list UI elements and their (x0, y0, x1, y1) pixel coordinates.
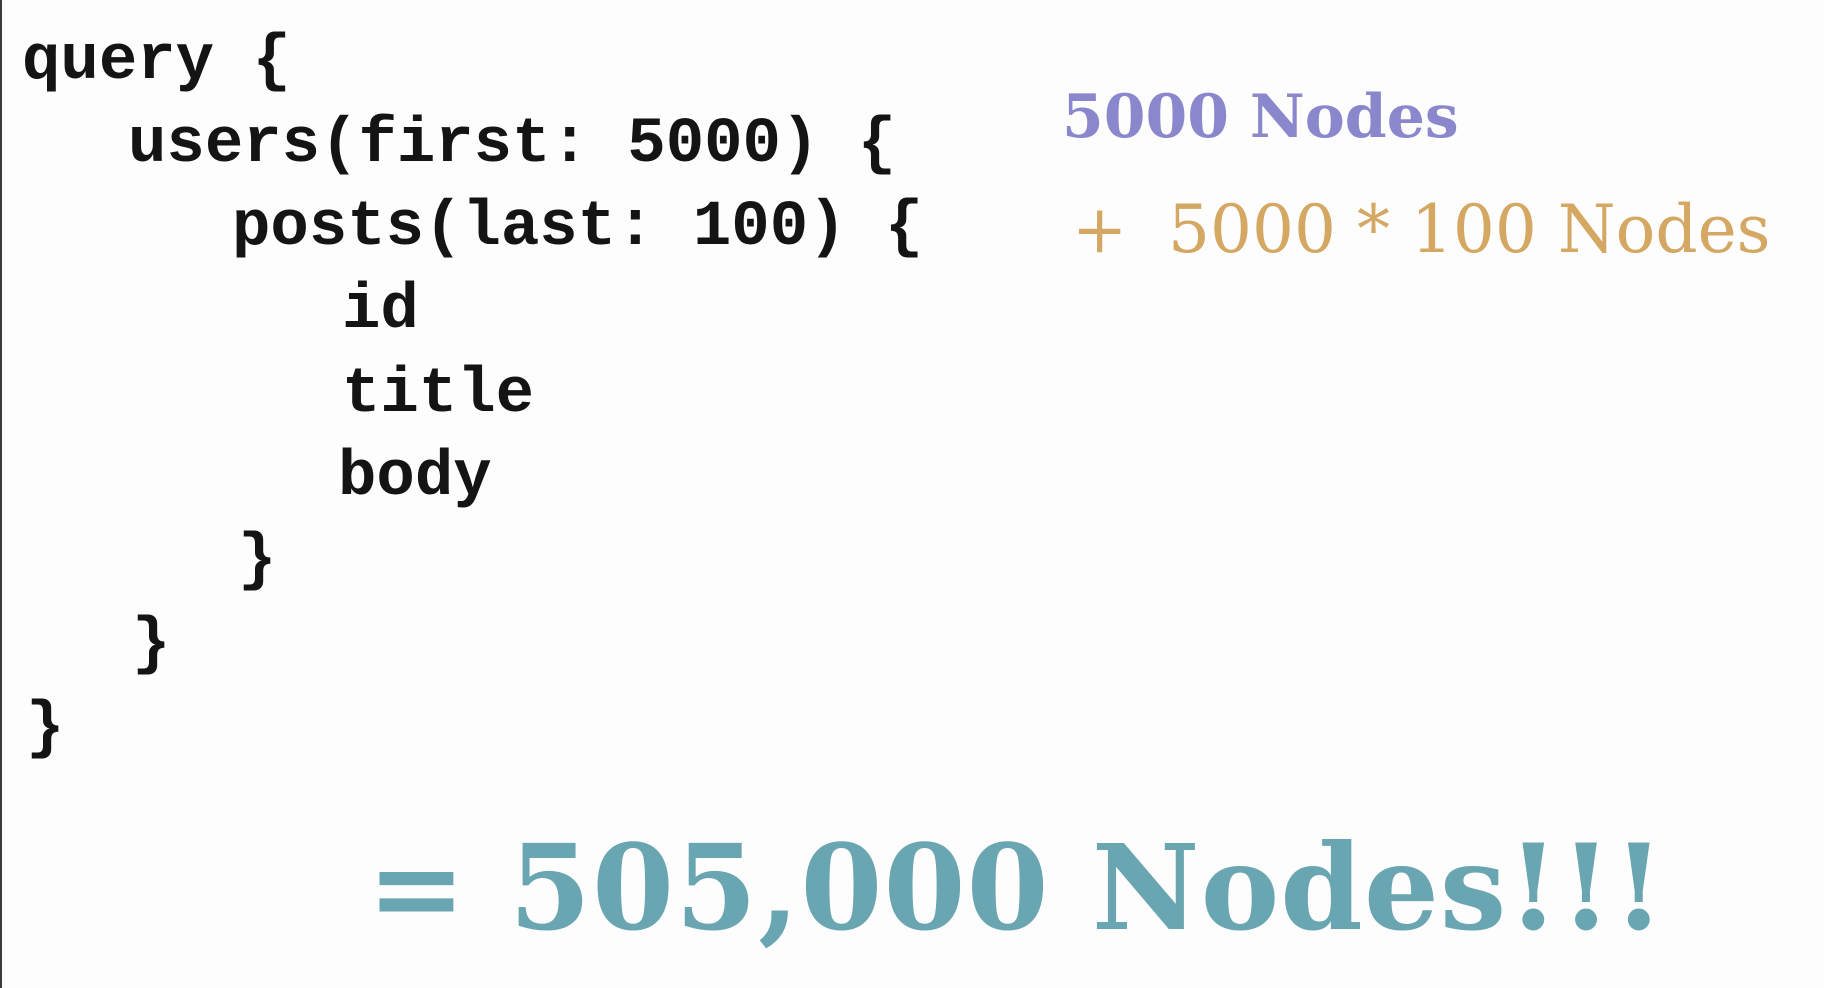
code-line-users-open: users(first: 5000) { (128, 109, 897, 181)
code-line-field-id: id (342, 275, 419, 347)
posts-node-count: +5000 * 100 Nodes (1072, 193, 1771, 267)
slide-left-border (0, 0, 2, 988)
posts-node-formula: 5000 * 100 Nodes (1168, 191, 1771, 268)
code-line-query-open: query { (22, 26, 291, 98)
code-line-posts-close: } (238, 525, 277, 597)
users-node-count: 5000 Nodes (1062, 82, 1459, 152)
code-line-field-body: body (338, 442, 492, 514)
total-node-count: = 505,000 Nodes!!! (367, 818, 1666, 957)
code-line-query-close: } (26, 693, 65, 765)
code-line-users-close: } (132, 609, 171, 681)
code-line-field-title: title (342, 359, 535, 431)
code-line-posts-open: posts(last: 100) { (232, 192, 924, 264)
plus-sign: + (1072, 191, 1128, 268)
